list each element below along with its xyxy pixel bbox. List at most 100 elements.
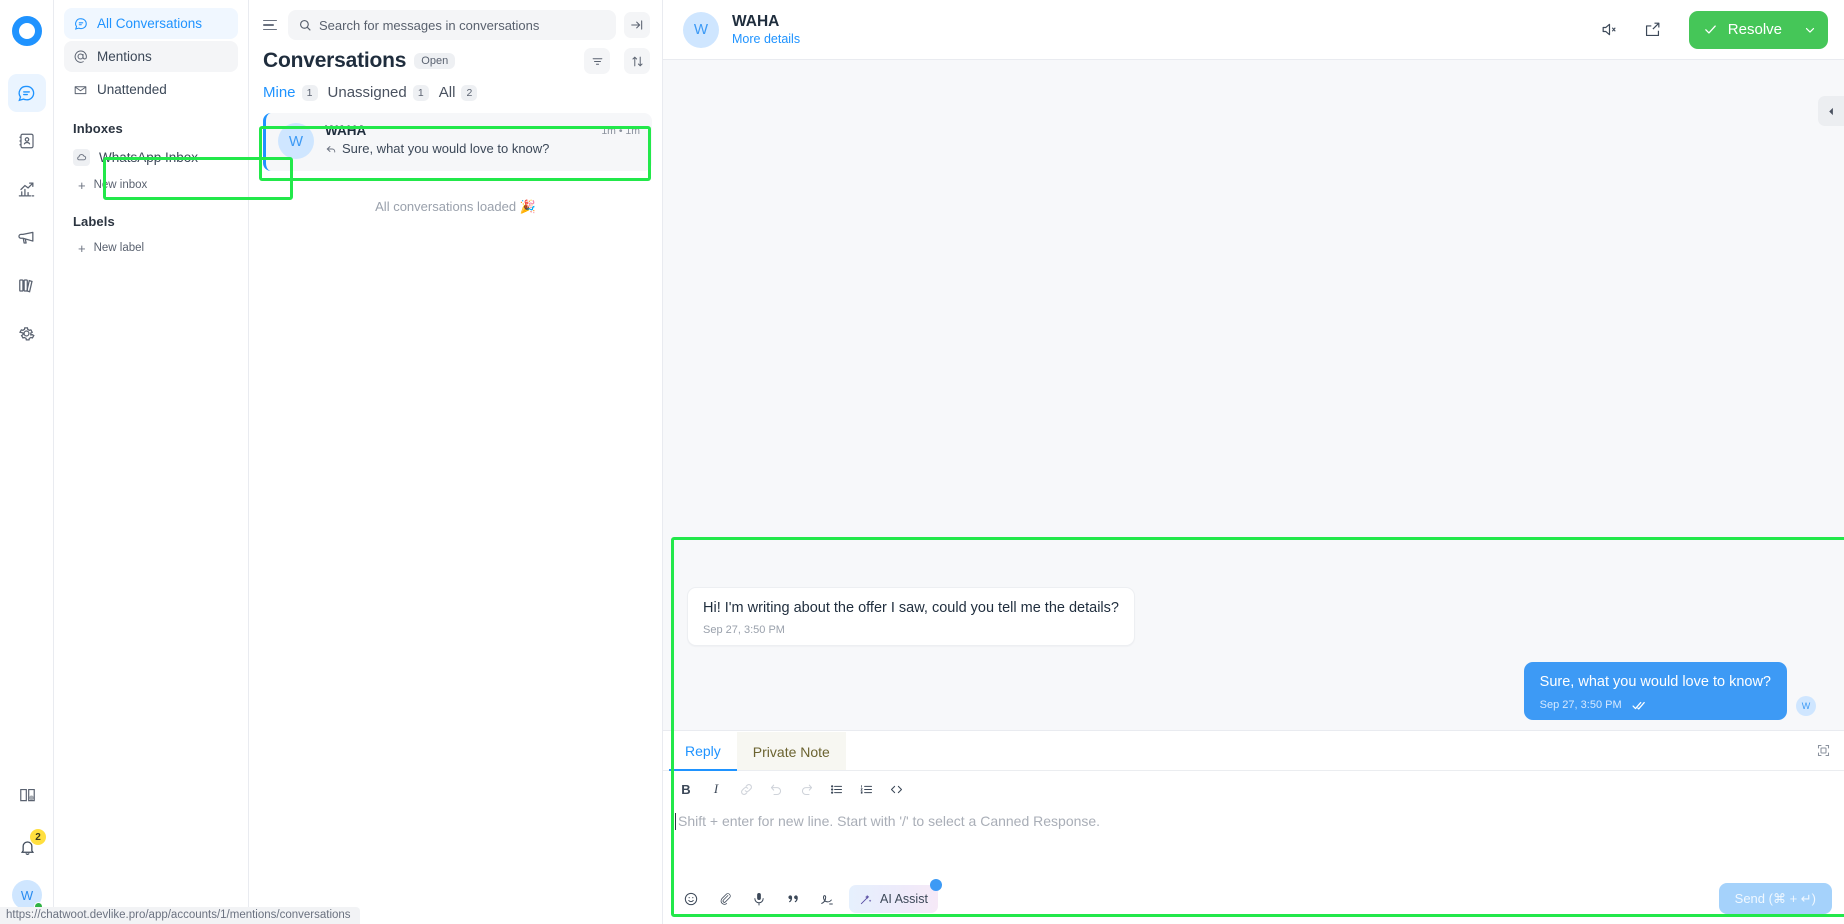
inboxes-section-title: Inboxes [73,121,123,136]
signature-icon[interactable] [811,885,842,913]
message-text: Sure, what you would love to know? [1539,674,1771,691]
italic-button[interactable]: I [703,777,729,801]
sidebar-item-mentions[interactable]: Mentions [64,41,238,72]
bullet-list-icon[interactable] [823,777,849,801]
browser-status-bar: https://chatwoot.devlike.pro/app/account… [0,907,360,924]
new-label-label: New label [93,242,145,254]
share-box-icon[interactable] [1638,15,1668,45]
sidebar-item-unattended[interactable]: Unattended [64,74,238,105]
search-placeholder: Search for messages in conversations [319,17,540,33]
conversation-header: W WAHA More details Resolve [663,0,1844,60]
expand-editor-icon[interactable] [1808,736,1838,766]
at-icon [73,49,88,64]
avatar-initial: W [1801,701,1811,711]
plus-icon: + [78,177,86,193]
contact-name: WAHA [732,12,780,30]
text-caret [675,813,676,830]
rail-item-help-center[interactable] [8,266,46,304]
message-bubble-outgoing[interactable]: Sure, what you would love to know? Sep 2… [1523,662,1787,720]
tab-count: 1 [301,84,318,101]
mute-speaker-icon[interactable] [1595,15,1625,45]
sidebar-item-whatsapp-inbox[interactable]: WhatsApp Inbox [64,142,238,172]
reply-box: Reply Private Note B I Shift + enter for… [663,730,1844,924]
redo-icon[interactable] [793,777,819,801]
tab-all[interactable]: All 2 [439,84,478,101]
messages-scroll-area[interactable]: Hi! I'm writing about the offer I saw, c… [663,60,1844,730]
chevron-down-icon[interactable] [1796,11,1824,49]
sidebar-item-label: Unattended [97,82,167,97]
new-label-button[interactable]: + New label [64,235,238,261]
hamburger-icon[interactable] [263,17,280,34]
message-timestamp: Sep 27, 3:50 PM [703,624,785,637]
message-text: Hi! I'm writing about the offer I saw, c… [703,599,1119,616]
rail-item-settings[interactable] [8,314,46,352]
tab-private-note[interactable]: Private Note [736,731,846,770]
ai-assist-button[interactable]: AI Assist [849,878,942,913]
quote-icon[interactable] [777,885,808,913]
conversation-contact-name: WAHA [325,123,367,138]
reply-editor[interactable]: Shift + enter for new line. Start with '… [663,805,1844,877]
user-avatar[interactable]: W [12,880,43,911]
resolve-button-label: Resolve [1727,21,1782,38]
conversation-preview: Sure, what you would love to know? [325,141,590,156]
conversation-tabs: Mine 1 Unassigned 1 All 2 [249,74,662,109]
search-row: Search for messages in conversations [249,0,662,46]
avatar: W [683,11,719,48]
formatting-toolbar: B I [663,771,1844,805]
avatar-initial: W [693,21,709,38]
app-root: 2 W All Conversations Mentions Unattende… [0,0,1844,924]
avatar: W [278,123,314,159]
tab-label: Unassigned [327,84,407,101]
tab-count: 1 [412,84,429,101]
sidebar-item-label: All Conversations [97,16,203,31]
undo-icon[interactable] [763,777,789,801]
rail-bottom-group: 2 W [0,776,54,911]
notifications-badge: 2 [30,829,46,845]
sidebar-inbox-label: WhatsApp Inbox [99,149,199,165]
message-timestamp: Sep 27, 3:50 PM [1539,699,1622,711]
smiley-icon[interactable] [675,885,706,913]
send-button[interactable]: Send (⌘ + ↵) [1718,883,1832,914]
whatsapp-cloud-icon [73,148,90,166]
docs-icon[interactable] [8,776,46,814]
notifications-button[interactable]: 2 [8,828,46,866]
tab-unassigned[interactable]: Unassigned 1 [328,84,429,101]
conversation-view: W WAHA More details Resolve Hi! I'm writ… [663,0,1844,924]
conversation-item-body: WAHA Sure, what you would love to know? [325,123,590,156]
link-icon[interactable] [733,777,759,801]
ordered-list-icon[interactable] [853,777,879,801]
rail-item-contacts[interactable] [8,122,46,160]
more-details-link[interactable]: More details [732,31,800,47]
search-icon [298,18,312,32]
code-icon[interactable] [883,777,909,801]
paperclip-icon[interactable] [709,885,740,913]
rail-item-reports[interactable] [8,170,46,208]
filter-icon[interactable] [584,48,610,74]
ai-assist-label: AI Assist [880,891,928,906]
sidebar-item-all-conversations[interactable]: All Conversations [64,8,238,39]
user-avatar-initial: W [20,887,34,903]
conversation-timestamp: 1m • 1m [601,125,640,137]
sender-mini-avatar: W [1796,696,1816,716]
tab-mine[interactable]: Mine 1 [263,84,318,101]
tab-label: Mine [263,84,296,101]
ai-assist-notification-dot [929,878,942,891]
conversation-list-item[interactable]: W WAHA Sure, what you would love to know… [263,113,652,171]
chevron-left-icon[interactable] [1818,96,1844,126]
conversation-list-panel: Search for messages in conversations Con… [249,0,663,924]
microphone-icon[interactable] [743,885,774,913]
magic-wand-icon [859,892,873,906]
bold-button[interactable]: B [673,777,699,801]
sort-icon[interactable] [624,48,650,74]
reply-editor-placeholder: Shift + enter for new line. Start with '… [678,813,1101,829]
rail-item-campaigns[interactable] [8,218,46,256]
collapse-panel-icon[interactable] [624,12,650,38]
tab-reply[interactable]: Reply [669,731,737,771]
search-input[interactable]: Search for messages in conversations [288,10,616,40]
chatwoot-logo-icon[interactable] [10,14,44,48]
new-inbox-button[interactable]: + New inbox [64,172,238,198]
message-bubble-incoming[interactable]: Hi! I'm writing about the offer I saw, c… [687,586,1135,647]
labels-section-title: Labels [73,214,115,229]
rail-item-conversations[interactable] [7,74,46,112]
resolve-button[interactable]: Resolve [1688,10,1828,49]
